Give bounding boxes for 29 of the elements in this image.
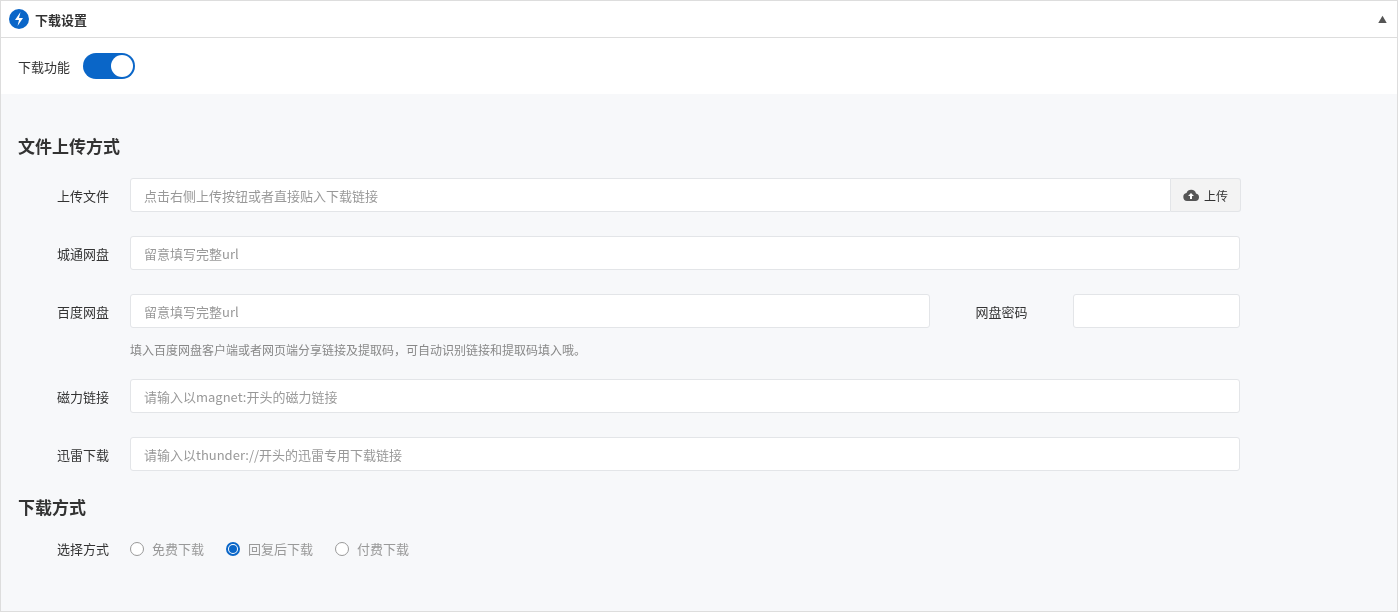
hint-text: 填入百度网盘客户端或者网页端分享链接及提取码，可自动识别链接和提取码填入哦。 <box>130 341 587 358</box>
radio-option[interactable]: 回复后下载 <box>226 539 314 558</box>
download-switch[interactable] <box>83 53 135 79</box>
radio-circle[interactable] <box>130 541 144 556</box>
panel-title: 下载设置 <box>35 9 88 29</box>
upload-button[interactable]: 上传 <box>1171 178 1241 212</box>
lightning-icon <box>9 9 29 29</box>
radio-option[interactable]: 免费下载 <box>130 539 204 558</box>
url-field[interactable]: 留意填写完整url <box>130 236 1240 270</box>
url-field[interactable]: 请输入以thunder://开头的迅雷专用下载链接 <box>130 437 1240 471</box>
field-label: 上传文件 <box>57 185 110 205</box>
radio-circle[interactable] <box>335 541 350 556</box>
password-label: 网盘密码 <box>974 301 1029 321</box>
collapse-toggle[interactable]: ▲ <box>1378 12 1387 26</box>
section-heading: 下载方式 <box>18 495 87 519</box>
toggle-label: 下载功能 <box>18 56 70 76</box>
field-label: 城通网盘 <box>57 243 110 263</box>
upload-field[interactable]: 点击右侧上传按钮或者直接贴入下载链接 <box>130 178 1171 212</box>
cloud-upload-icon <box>1183 189 1199 201</box>
field-label: 磁力链接 <box>57 386 110 406</box>
field-label: 百度网盘 <box>57 301 110 321</box>
field-label: 迅雷下载 <box>57 444 110 464</box>
url-field[interactable]: 请输入以magnet:开头的磁力链接 <box>130 379 1240 413</box>
url-field[interactable]: 留意填写完整url <box>130 294 930 328</box>
section-heading: 文件上传方式 <box>18 134 121 158</box>
radio-option[interactable]: 付费下载 <box>335 539 410 558</box>
field-label: 选择方式 <box>57 539 110 558</box>
password-field[interactable] <box>1073 294 1240 328</box>
radio-circle[interactable] <box>226 541 240 556</box>
